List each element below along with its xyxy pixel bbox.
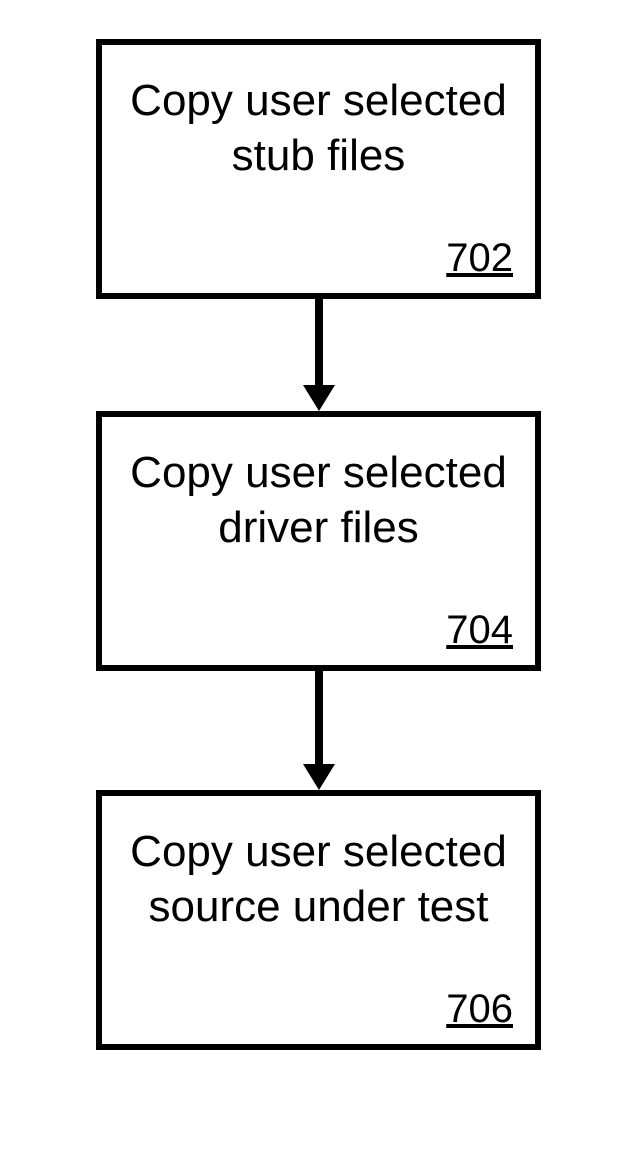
node-line1: Copy user selected <box>130 827 507 876</box>
node-text: Copy user selected driver files <box>102 417 535 555</box>
node-line2: stub files <box>232 131 406 180</box>
node-line2: source under test <box>149 882 489 931</box>
arrow-head-icon <box>303 764 335 790</box>
arrow-down-icon <box>315 671 323 766</box>
node-number: 706 <box>446 987 513 1032</box>
flowchart-node-702: Copy user selected stub files 702 <box>96 39 541 299</box>
node-number: 702 <box>446 236 513 281</box>
node-line1: Copy user selected <box>130 448 507 497</box>
node-line1: Copy user selected <box>130 76 507 125</box>
arrow-down-icon <box>315 299 323 387</box>
node-text: Copy user selected source under test <box>102 796 535 934</box>
node-number: 704 <box>446 608 513 653</box>
node-text: Copy user selected stub files <box>102 45 535 183</box>
node-line2: driver files <box>218 503 419 552</box>
flowchart-node-704: Copy user selected driver files 704 <box>96 411 541 671</box>
arrow-head-icon <box>303 385 335 411</box>
flowchart-canvas: Copy user selected stub files 702 Copy u… <box>0 0 636 1161</box>
flowchart-node-706: Copy user selected source under test 706 <box>96 790 541 1050</box>
